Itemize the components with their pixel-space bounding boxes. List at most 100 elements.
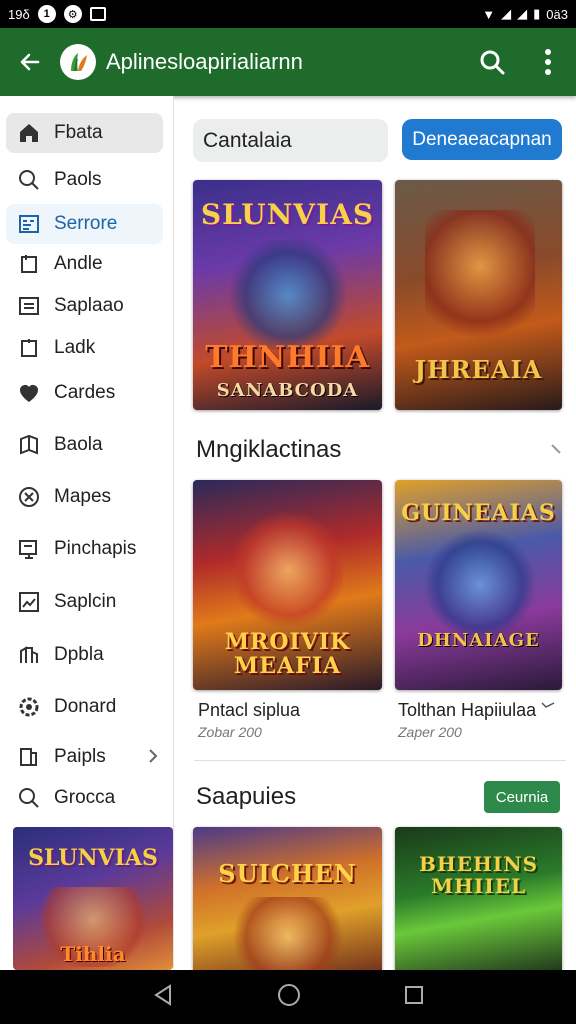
- back-button[interactable]: [0, 28, 60, 96]
- card-art: [223, 240, 353, 350]
- banner-title: Tihlia: [60, 942, 126, 966]
- square-recents-icon: [405, 985, 424, 1004]
- sidebar-item-grocca[interactable]: Grocca: [6, 778, 163, 818]
- card-caption: Tolthan Hapiiulaa: [398, 700, 537, 720]
- home-nav-button[interactable]: [277, 983, 301, 1012]
- recents-nav-button[interactable]: [404, 985, 424, 1010]
- search-icon: [16, 167, 42, 193]
- sidebar-item-label: Dpbla: [54, 644, 104, 665]
- card-logo-text: SLUNVIAS: [200, 198, 375, 231]
- sidebar-item-label: Paols: [54, 169, 102, 190]
- sidebar-item-label: Paipls: [54, 746, 106, 767]
- app-title: Aplinesloapirialiarnn: [106, 49, 303, 74]
- card-title-text: BHEHINS MHIIEL: [418, 852, 539, 898]
- card-art: [233, 510, 343, 630]
- sidebar-item-pinchapis[interactable]: Pinchapis: [6, 529, 163, 569]
- sidebar: Fbata Paols Serrore Andle Saplaao Ladk C…: [0, 96, 174, 970]
- game-card[interactable]: MROIVIK MEAFIA: [193, 480, 382, 690]
- sidebar-item-label: Ladk: [54, 337, 96, 358]
- triangle-back-icon: [153, 983, 171, 1006]
- overflow-menu-button[interactable]: [520, 28, 576, 96]
- sidebar-item-donard[interactable]: Donard: [6, 687, 163, 727]
- sidebar-item-dpbla[interactable]: Dpbla: [6, 635, 163, 675]
- map-icon: [16, 484, 42, 510]
- sidebar-item-andle[interactable]: Andle: [6, 244, 163, 284]
- section-title: Saapuies: [196, 783, 297, 810]
- leaf-logo-icon: [71, 53, 87, 72]
- sidebar-item-label: Baola: [54, 434, 103, 455]
- sidebar-item-cardes[interactable]: Cardes: [6, 373, 163, 413]
- section-title: Mngiklactinas: [196, 436, 342, 463]
- sidebar-item-paols[interactable]: Paols: [6, 160, 163, 200]
- image-icon: [16, 589, 42, 615]
- card-art: [425, 530, 535, 640]
- back-nav-button[interactable]: [152, 983, 174, 1012]
- circle-home-icon: [277, 983, 300, 1006]
- card-subcaption: Zobar 200: [198, 724, 262, 740]
- sidebar-item-label: Saplaao: [54, 295, 124, 316]
- card-title-text: DHNAIAGE: [417, 630, 540, 651]
- book-icon: [16, 432, 42, 458]
- card-logo-text: GUINEAIAS: [401, 500, 556, 526]
- app-logo: [60, 44, 96, 80]
- card-title-text: MROIVIK MEAFIA: [224, 629, 351, 679]
- sidebar-item-saplaao[interactable]: Saplaao: [6, 286, 163, 326]
- wifi-icon: ▼: [482, 6, 496, 22]
- sidebar-item-mapes[interactable]: Mapes: [6, 477, 163, 517]
- search-input[interactable]: Cantalaia: [193, 119, 388, 162]
- app-bar: Aplinesloapirialiarnn: [0, 28, 576, 96]
- system-nav-bar: [0, 970, 576, 1024]
- card-subcaption: Zaper 200: [398, 724, 462, 740]
- sidebar-item-label: Serrore: [54, 213, 118, 234]
- sidebar-item-home[interactable]: Fbata: [6, 113, 163, 153]
- card-art: [425, 210, 535, 350]
- game-card[interactable]: GUINEAIAS DHNAIAGE: [395, 480, 562, 690]
- section-more-icon[interactable]: [550, 442, 562, 460]
- search-button[interactable]: [464, 28, 520, 96]
- monitor-icon: [16, 536, 42, 562]
- signal-icon: ◢: [501, 6, 512, 21]
- home-icon: [16, 120, 42, 146]
- settings-notification-icon: ⚙: [63, 5, 82, 23]
- main-content: Cantalaia Deneaeacapnan SLUNVIAS THNHIIA…: [176, 96, 576, 970]
- screenshot-icon: [89, 7, 106, 21]
- signal2-icon: ◢: [517, 6, 528, 21]
- building-icon: [16, 642, 42, 668]
- card-subtitle-text: SANABCODA: [216, 380, 359, 401]
- sidebar-item-label: Grocca: [54, 787, 116, 808]
- card-art: [223, 897, 353, 970]
- back-arrow-icon: [20, 53, 40, 71]
- card-title-text: SUICHEN: [218, 859, 357, 888]
- search-icon: [480, 50, 505, 75]
- card-overflow-icon[interactable]: [540, 698, 556, 716]
- sidebar-item-label: Cardes: [54, 382, 116, 403]
- game-card[interactable]: BHEHINS MHIIEL: [395, 827, 562, 970]
- sidebar-item-ladk[interactable]: Ladk: [6, 328, 163, 368]
- game-card[interactable]: JHREAIA: [395, 180, 562, 410]
- primary-action-button[interactable]: Deneaeacapnan: [402, 119, 562, 160]
- battery-icon: ▮: [533, 6, 541, 21]
- sidebar-item-label: Donard: [54, 696, 117, 717]
- divider: [194, 760, 566, 761]
- device-icon: [16, 744, 42, 770]
- sidebar-item-baola[interactable]: Baola: [6, 425, 163, 465]
- status-bar: 19δ 1 ⚙ ▼ ◢ ◢ ▮ 0ä3: [0, 0, 576, 28]
- sidebar-item-saplcin[interactable]: Saplcin: [6, 582, 163, 622]
- chevron-right-icon: [147, 747, 159, 771]
- sidebar-item-serrore[interactable]: Serrore: [6, 204, 163, 244]
- doc-icon: [16, 293, 42, 319]
- search-icon: [16, 785, 42, 811]
- card-caption: Pntacl siplua: [198, 700, 301, 720]
- heart-icon: [16, 380, 42, 406]
- sidebar-item-label: Andle: [54, 253, 103, 274]
- bookmark-icon: [16, 251, 42, 277]
- game-card[interactable]: SUICHEN: [193, 827, 382, 970]
- game-card[interactable]: SLUNVIAS THNHIIA SANABCODA: [193, 180, 382, 410]
- tag-icon: [16, 335, 42, 361]
- more-vert-icon: [545, 49, 551, 75]
- card-title-text: JHREAIA: [414, 355, 543, 384]
- status-time: 19δ: [8, 6, 30, 22]
- section-action-button[interactable]: Ceurnia: [484, 781, 560, 813]
- sidebar-item-paipls[interactable]: Paipls: [6, 737, 163, 777]
- sidebar-promo-banner[interactable]: SLUNVIAS Tihlia: [13, 827, 173, 970]
